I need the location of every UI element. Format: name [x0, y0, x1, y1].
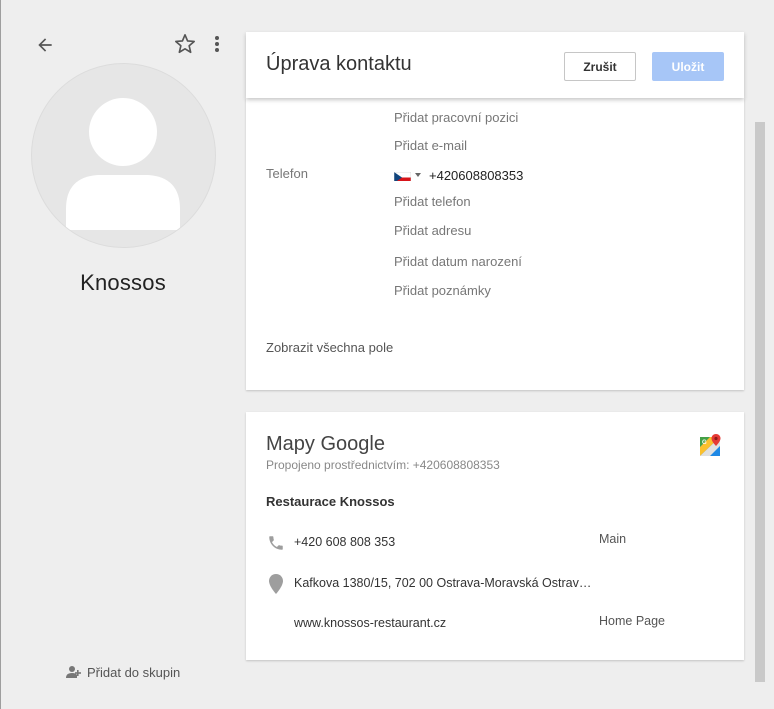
scrollbar-thumb[interactable]: [755, 122, 765, 682]
edit-contact-form: Přidat pracovní pozici Přidat e-mail Tel…: [246, 98, 744, 390]
add-to-group-label: Přidat do skupin: [87, 664, 181, 680]
place-website-row: www.knossos-restaurant.cz Home Page: [266, 613, 726, 637]
place-name: Restaurace Knossos: [266, 494, 395, 509]
place-address[interactable]: Kafkova 1380/15, 702 00 Ostrava-Moravská…: [294, 576, 591, 590]
more-options-icon[interactable]: [207, 31, 227, 57]
add-email-link[interactable]: Přidat e-mail: [394, 138, 467, 153]
add-birthday-link[interactable]: Přidat datum narození: [394, 254, 522, 269]
place-address-row: Kafkova 1380/15, 702 00 Ostrava-Moravská…: [266, 572, 726, 596]
phone-label: Telefon: [266, 166, 308, 181]
maps-linked-via: Propojeno prostřednictvím: +420608808353: [266, 458, 500, 472]
phone-icon: [266, 531, 286, 555]
add-notes-link[interactable]: Přidat poznámky: [394, 283, 491, 298]
country-dropdown-icon[interactable]: [415, 173, 421, 177]
place-pin-icon: [266, 572, 286, 596]
place-phone-number[interactable]: +420 608 808 353: [294, 535, 395, 549]
window-edge: [0, 0, 1, 709]
star-outline-icon[interactable]: [172, 31, 198, 57]
show-all-fields-link[interactable]: Zobrazit všechna pole: [266, 340, 393, 355]
czech-flag-icon[interactable]: [394, 170, 411, 181]
maps-card-title: Mapy Google: [266, 433, 385, 455]
add-group-icon: [66, 666, 81, 678]
google-maps-icon[interactable]: G: [699, 434, 723, 458]
website-type-label: Home Page: [599, 614, 666, 628]
add-job-title-link[interactable]: Přidat pracovní pozici: [394, 110, 518, 125]
phone-type-label: Main: [599, 532, 627, 546]
add-address-link[interactable]: Přidat adresu: [394, 223, 471, 238]
google-maps-card: Mapy Google Propojeno prostřednictvím: +…: [246, 412, 744, 660]
svg-text:G: G: [702, 440, 707, 446]
phone-field: [394, 166, 579, 184]
edit-contact-title: Úprava kontaktu: [266, 53, 412, 75]
phone-input[interactable]: [429, 167, 579, 183]
back-arrow-icon[interactable]: [32, 32, 58, 58]
avatar[interactable]: [31, 63, 216, 248]
add-to-group-button[interactable]: Přidat do skupin: [66, 662, 180, 682]
add-phone-link[interactable]: Přidat telefon: [394, 194, 471, 209]
cancel-button[interactable]: Zrušit: [564, 52, 636, 81]
save-button[interactable]: Uložit: [652, 52, 724, 81]
place-phone-row: +420 608 808 353 Main: [266, 531, 726, 555]
place-website-link[interactable]: www.knossos-restaurant.cz: [294, 616, 446, 630]
contact-name: Knossos: [80, 270, 166, 295]
edit-contact-header: Úprava kontaktu Zrušit Uložit: [246, 32, 744, 98]
